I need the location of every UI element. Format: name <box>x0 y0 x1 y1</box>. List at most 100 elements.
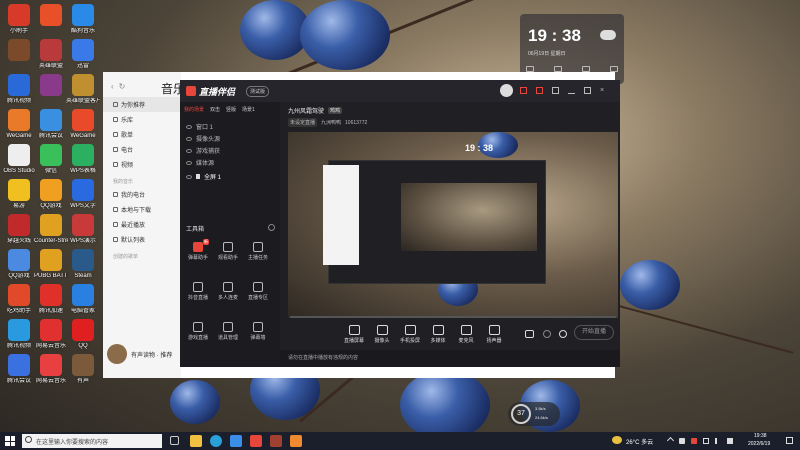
edge-icon[interactable] <box>210 435 222 447</box>
start-live-button[interactable]: 开始直播 <box>574 325 614 340</box>
scene-source[interactable]: 摄像头源 <box>186 134 220 143</box>
preview-area[interactable]: 19 : 38 <box>288 132 618 318</box>
music-mine-item[interactable]: 默认列表 <box>103 232 181 247</box>
bottom-tool[interactable]: 多媒体 <box>424 325 452 344</box>
desktop-icon[interactable]: WeGame <box>2 109 36 140</box>
desktop-icon[interactable] <box>34 4 68 28</box>
tool-item[interactable]: 弹幕助手 新 <box>186 239 210 261</box>
preview-scrollbar[interactable] <box>290 316 616 318</box>
tools-toggle[interactable] <box>268 224 275 231</box>
desktop-icon[interactable]: 腾讯会议 <box>2 354 36 385</box>
desktop-icon[interactable]: 电脑管家 <box>66 284 100 315</box>
tool-item[interactable]: 多人连麦 <box>216 282 240 301</box>
back-icon[interactable]: ‹ <box>111 82 114 91</box>
perf-badge[interactable]: 37 3.5k/s 24.6k/s <box>508 402 560 426</box>
tool-item[interactable]: 游戏直播 <box>186 322 210 341</box>
tool-item[interactable]: 观看助手 <box>216 242 240 261</box>
desktop-icon[interactable]: 英雄联盟客户端 <box>66 74 100 105</box>
refresh-icon[interactable]: ↻ <box>119 82 126 91</box>
desktop-icon[interactable]: OBS Studio <box>2 144 36 175</box>
desktop-icon[interactable]: 腾讯会议 <box>34 109 68 140</box>
desktop-icon[interactable]: WeGame <box>66 109 100 140</box>
now-playing[interactable]: 有声读物 · 推荐 <box>107 344 172 364</box>
notification-icon[interactable] <box>786 437 793 444</box>
settings-icon[interactable] <box>552 87 559 94</box>
desktop-icon[interactable]: 穿越火线 <box>2 214 36 245</box>
music-nav-item[interactable]: 乐库 <box>103 112 181 127</box>
eye-icon[interactable] <box>186 160 192 165</box>
tool-item[interactable]: 道具管理 <box>216 322 240 341</box>
tool-item[interactable]: 弹幕墙 <box>246 322 270 341</box>
lock-icon[interactable] <box>196 174 200 179</box>
camera-icon[interactable] <box>525 330 534 338</box>
desktop-icon[interactable]: 酷狗音乐 <box>66 4 100 35</box>
music-nav-item[interactable]: 为你推荐 <box>103 97 181 112</box>
tool-item[interactable]: 直播专区 <box>246 282 270 301</box>
desktop-icon[interactable]: 腾讯视频 <box>2 74 36 105</box>
live-app-icon[interactable] <box>250 435 262 447</box>
music-nav-item[interactable]: 歌单 <box>103 127 181 142</box>
scene-source-active[interactable]: 全屏 1 <box>186 172 221 181</box>
desktop-icon[interactable]: 腾讯加速 <box>34 284 68 315</box>
user-avatar[interactable] <box>500 84 513 97</box>
close-icon[interactable]: × <box>600 87 607 94</box>
music-mine-item[interactable]: 最近播放 <box>103 217 181 232</box>
desktop-icon[interactable]: WPS文字 <box>66 179 100 210</box>
scene-tab[interactable]: 竖版 <box>226 106 236 113</box>
desktop-icon[interactable]: 微信 <box>34 144 68 175</box>
minimize-icon[interactable] <box>568 87 575 94</box>
desktop-icon[interactable]: 英雄联盟 <box>34 39 68 70</box>
eye-icon[interactable] <box>186 148 192 153</box>
scene-tab[interactable]: 我的场景 <box>184 106 204 113</box>
taskbar-weather[interactable]: 26°C 多云 <box>626 437 653 446</box>
desktop-icon[interactable]: Steam <box>66 249 100 280</box>
taskbar-search[interactable]: 在这里输入你要搜索的内容 <box>22 434 162 448</box>
bottom-tool[interactable]: 手机投屏 <box>396 325 424 344</box>
gear-icon[interactable] <box>559 330 567 338</box>
tool-item[interactable]: 主播任务 <box>246 242 270 261</box>
app-icon[interactable] <box>290 435 302 447</box>
scene-source[interactable]: 游戏捕获 <box>186 146 220 155</box>
desktop-icon[interactable]: 有声 <box>66 354 100 385</box>
mute-icon[interactable] <box>543 330 551 338</box>
scene-tab[interactable]: 双击 <box>210 106 220 113</box>
desktop-icon[interactable] <box>2 39 36 63</box>
desktop-icon[interactable]: QQ游戏 <box>2 249 36 280</box>
desktop-icon[interactable]: QQ <box>66 319 100 350</box>
gift-icon[interactable] <box>536 87 543 94</box>
maximize-icon[interactable] <box>584 87 591 94</box>
taskbar-time[interactable]: 19:38 <box>754 433 767 439</box>
tray-app-icon[interactable] <box>691 438 697 444</box>
taskbar-date[interactable]: 2022/6/19 <box>748 441 770 447</box>
desktop-icon[interactable]: 网易云音乐 <box>34 354 68 385</box>
start-button[interactable] <box>5 436 15 446</box>
music-mine-item[interactable]: 我的电台 <box>103 187 181 202</box>
desktop-icon[interactable] <box>34 74 68 98</box>
scene-source[interactable]: 窗口 1 <box>186 122 213 131</box>
app-icon[interactable] <box>270 435 282 447</box>
desktop-icon[interactable]: WPS表格 <box>66 144 100 175</box>
music-nav-item[interactable]: 电台 <box>103 142 181 157</box>
desktop-icon[interactable]: 网易云音乐 <box>34 319 68 350</box>
explorer-icon[interactable] <box>190 435 202 447</box>
chevron-up-icon[interactable] <box>666 436 675 445</box>
eye-icon[interactable] <box>186 174 192 179</box>
tray-app-icon[interactable] <box>679 438 685 444</box>
music-mine-item[interactable]: 本地与下载 <box>103 202 181 217</box>
desktop-icon[interactable]: Counter-Strike Global <box>34 214 68 245</box>
bottom-tool[interactable]: 麦克风 <box>452 325 480 344</box>
desktop-icon[interactable]: 腾讯视频 <box>2 319 36 350</box>
desktop-icon[interactable]: 迅雷 <box>66 39 100 70</box>
network-icon[interactable] <box>703 438 709 444</box>
desktop-icon[interactable]: 吃鸡助手 <box>2 284 36 315</box>
scene-tab[interactable]: 场景1 <box>242 106 255 113</box>
message-icon[interactable] <box>520 87 527 94</box>
tool-item[interactable]: 抖音直播 <box>186 282 210 301</box>
bottom-tool[interactable]: 直播屏幕 <box>340 325 368 344</box>
eye-icon[interactable] <box>186 124 192 129</box>
desktop-icon[interactable]: PUBG BATTLEG. <box>34 249 68 280</box>
desktop-icon[interactable]: 易游 <box>2 179 36 210</box>
desktop-icon[interactable]: WPS演示 <box>66 214 100 245</box>
scene-source[interactable]: 媒体源 <box>186 158 214 167</box>
volume-icon[interactable] <box>715 438 721 444</box>
